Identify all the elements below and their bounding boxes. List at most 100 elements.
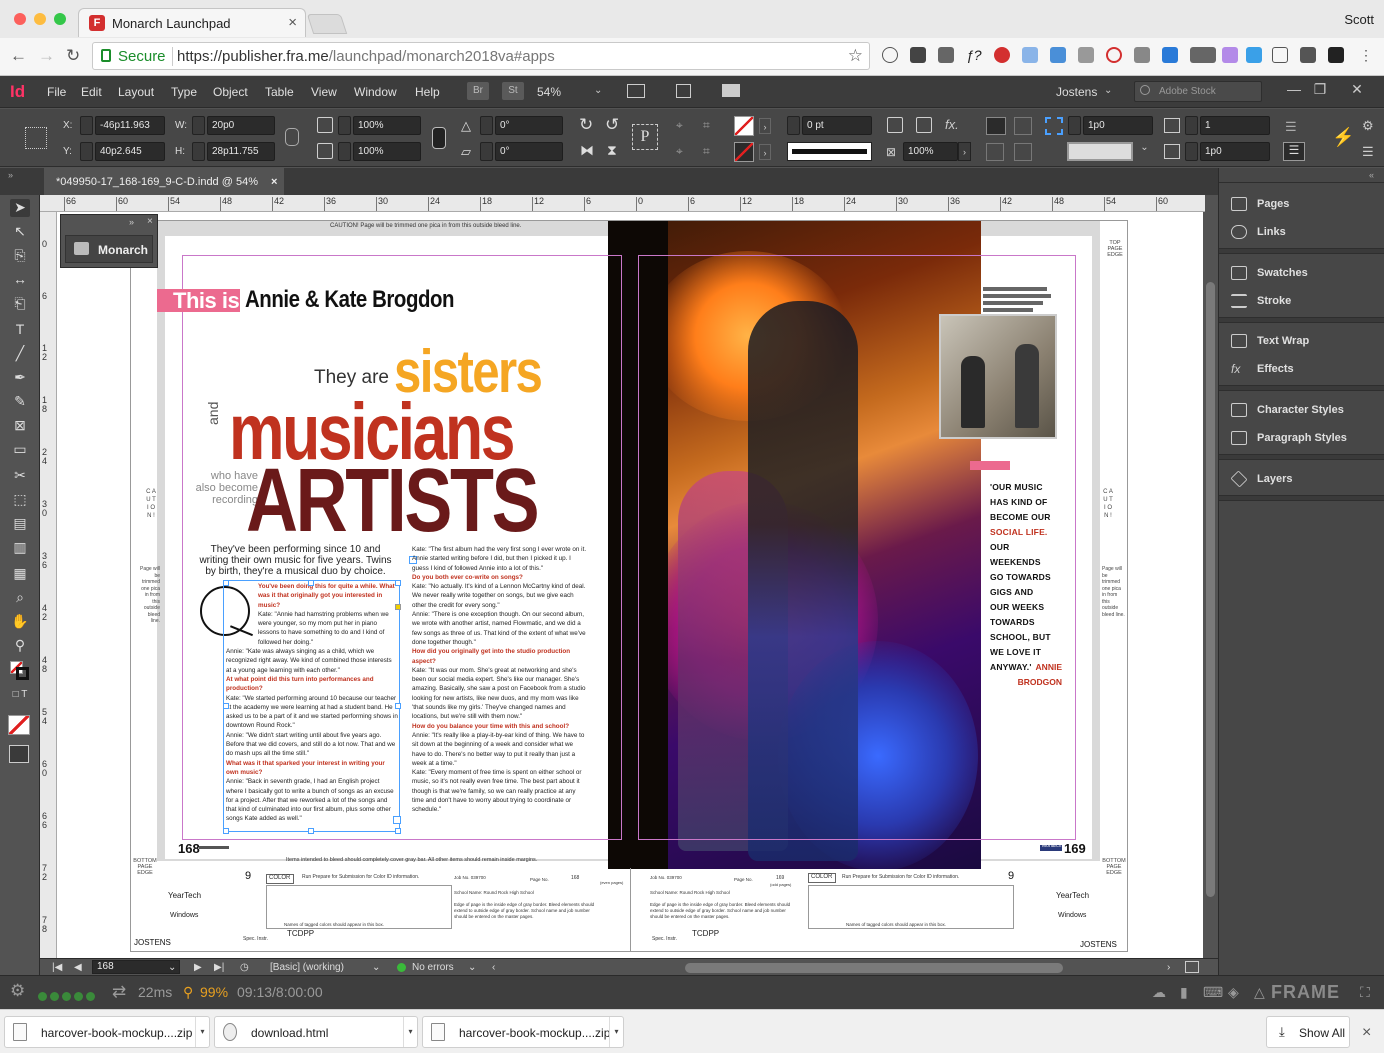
this-is-banner[interactable]: This is: [157, 289, 240, 312]
out-port-icon[interactable]: [393, 816, 401, 824]
view-options-icon[interactable]: [676, 84, 691, 98]
text-align-left-icon[interactable]: [986, 117, 1006, 135]
document-tab[interactable]: *049950-17_168-169_9-C-D.indd @ 54% ×: [44, 168, 284, 195]
line-tool-icon[interactable]: ╱: [10, 345, 30, 363]
content-collector-icon[interactable]: ⎗: [10, 295, 30, 313]
zoom-level[interactable]: 54%: [537, 85, 561, 99]
apply-none-icon[interactable]: [8, 715, 30, 735]
gap-1-stepper[interactable]: [1068, 116, 1081, 135]
cloud-extension-icon[interactable]: [1078, 47, 1094, 63]
menu-type[interactable]: Type: [171, 85, 197, 99]
bookmark-star-icon[interactable]: ☆: [848, 46, 863, 66]
horizontal-scroll-thumb[interactable]: [685, 963, 1063, 973]
extension-icon[interactable]: [1190, 47, 1216, 63]
chevron-up-icon[interactable]: ▾: [195, 1017, 209, 1047]
fx-icon[interactable]: fx.: [945, 117, 959, 132]
extension-icon[interactable]: [1328, 47, 1344, 63]
scissors-tool-icon[interactable]: ✂: [10, 467, 30, 485]
preflight-profile[interactable]: [Basic] (working): [270, 962, 344, 973]
restore-app-icon[interactable]: ❐: [1308, 81, 1332, 99]
bridge-button[interactable]: Br: [467, 82, 489, 100]
gap-tool-icon[interactable]: ↔: [10, 271, 30, 289]
stroke-weight-stepper[interactable]: [787, 116, 800, 135]
close-window-button[interactable]: [14, 13, 26, 25]
first-page-icon[interactable]: |◀: [52, 962, 62, 973]
info-extension-icon[interactable]: [882, 47, 898, 63]
menu-help[interactable]: Help: [415, 85, 440, 99]
vertical-scrollbar[interactable]: [1203, 212, 1218, 958]
expand-icon[interactable]: »: [8, 170, 13, 180]
panel-paragraph-styles[interactable]: Paragraph Styles: [1229, 431, 1347, 445]
forward-icon[interactable]: →: [38, 46, 55, 66]
url-text[interactable]: https://publisher.fra.me/launchpad/monar…: [177, 48, 555, 65]
menu-table[interactable]: Table: [265, 85, 294, 99]
address-bar[interactable]: Secure https://publisher.fra.me/launchpa…: [92, 42, 870, 70]
stock-search-input[interactable]: Adobe Stock: [1134, 81, 1262, 102]
page-number-field[interactable]: 168: [92, 960, 180, 974]
stroke-type-select[interactable]: [787, 142, 872, 161]
screen-mode-icon[interactable]: [9, 745, 29, 763]
drive-icon[interactable]: △: [1254, 984, 1265, 1001]
panel-layers[interactable]: Layers: [1229, 470, 1292, 488]
open-page-icon[interactable]: ◷: [240, 962, 249, 973]
stroke-color-icon[interactable]: [16, 667, 29, 680]
rectangle-tool-icon[interactable]: ▭: [10, 441, 30, 459]
opacity-input[interactable]: 100%: [903, 142, 958, 161]
text-frame-selection[interactable]: [223, 580, 400, 832]
camera-extension-icon[interactable]: [1134, 47, 1150, 63]
flip-horizontal-icon[interactable]: ⧓: [580, 142, 594, 159]
menu-file[interactable]: File: [47, 85, 66, 99]
list-active-icon[interactable]: ☰: [1283, 142, 1305, 161]
rotate-stepper[interactable]: [480, 116, 493, 135]
panel-menu-icon[interactable]: ☰: [1362, 144, 1374, 160]
prev-page-icon[interactable]: ◀: [74, 962, 82, 973]
constrain-scale-icon[interactable]: [432, 127, 446, 149]
document-close-icon[interactable]: ×: [271, 176, 277, 188]
stroke-swatch[interactable]: [734, 142, 754, 162]
pen-extension-icon[interactable]: [1222, 47, 1238, 63]
text-align-icon[interactable]: [1014, 117, 1032, 135]
close-app-icon[interactable]: ✕: [1345, 81, 1369, 99]
show-all-button[interactable]: ⤓ Show All: [1266, 1016, 1350, 1048]
close-downloads-icon[interactable]: ×: [1362, 1024, 1371, 1042]
menu-object[interactable]: Object: [213, 85, 248, 99]
pencil-tool-icon[interactable]: ✎: [10, 393, 30, 411]
note-tool-icon[interactable]: ▦: [10, 565, 30, 583]
artists-headline[interactable]: ARTISTS: [246, 456, 540, 546]
download-item[interactable]: download.html ▾: [214, 1016, 418, 1048]
select-container-icon[interactable]: ⌖: [676, 118, 683, 133]
panel-pages[interactable]: Pages: [1229, 197, 1289, 211]
scale-y-stepper[interactable]: [338, 142, 351, 161]
chevron-up-icon[interactable]: ▾: [403, 1017, 417, 1047]
text-valign-icon[interactable]: [1014, 143, 1032, 161]
extension-icon[interactable]: [938, 47, 954, 63]
flip-vertical-icon[interactable]: ⧗: [607, 142, 617, 159]
gap-1-input[interactable]: 1p0: [1083, 116, 1153, 135]
shear-stepper[interactable]: [480, 142, 493, 161]
screen-mode-icon[interactable]: [627, 84, 645, 98]
last-page-icon[interactable]: ▶|: [214, 962, 224, 973]
fullscreen-icon[interactable]: ⛶: [1360, 984, 1370, 1001]
next-page-icon[interactable]: ▶: [194, 962, 202, 973]
scale-x-input[interactable]: 100%: [353, 116, 421, 135]
browser-tab[interactable]: F Monarch Launchpad ×: [78, 8, 306, 37]
minimize-app-icon[interactable]: —: [1282, 81, 1306, 99]
screen-extension-icon[interactable]: [1272, 47, 1288, 63]
scale-x-stepper[interactable]: [338, 116, 351, 135]
pen-tool-icon[interactable]: ✒: [10, 369, 30, 387]
lightning-icon[interactable]: ⚡: [1332, 127, 1354, 148]
preflight-status[interactable]: No errors: [412, 962, 454, 973]
font-extension-icon[interactable]: ƒ?: [966, 47, 982, 63]
evernote-extension-icon[interactable]: [910, 47, 926, 63]
columns-stepper[interactable]: [1185, 116, 1198, 135]
x-input[interactable]: -46p11.963: [95, 116, 165, 135]
frame-handle[interactable]: [223, 703, 229, 709]
w-input[interactable]: 20p0: [207, 116, 275, 135]
x-stepper[interactable]: [80, 116, 93, 135]
columns-input[interactable]: 1: [1200, 116, 1270, 135]
chevron-down-icon[interactable]: ⌄: [372, 962, 380, 973]
story-column-2[interactable]: Kate: "The first album had the very firs…: [412, 545, 587, 815]
panel-stroke[interactable]: Stroke: [1229, 294, 1291, 308]
subject-name[interactable]: Annie & Kate Brogdon: [245, 286, 455, 314]
paragraph-icon[interactable]: P: [632, 124, 658, 150]
